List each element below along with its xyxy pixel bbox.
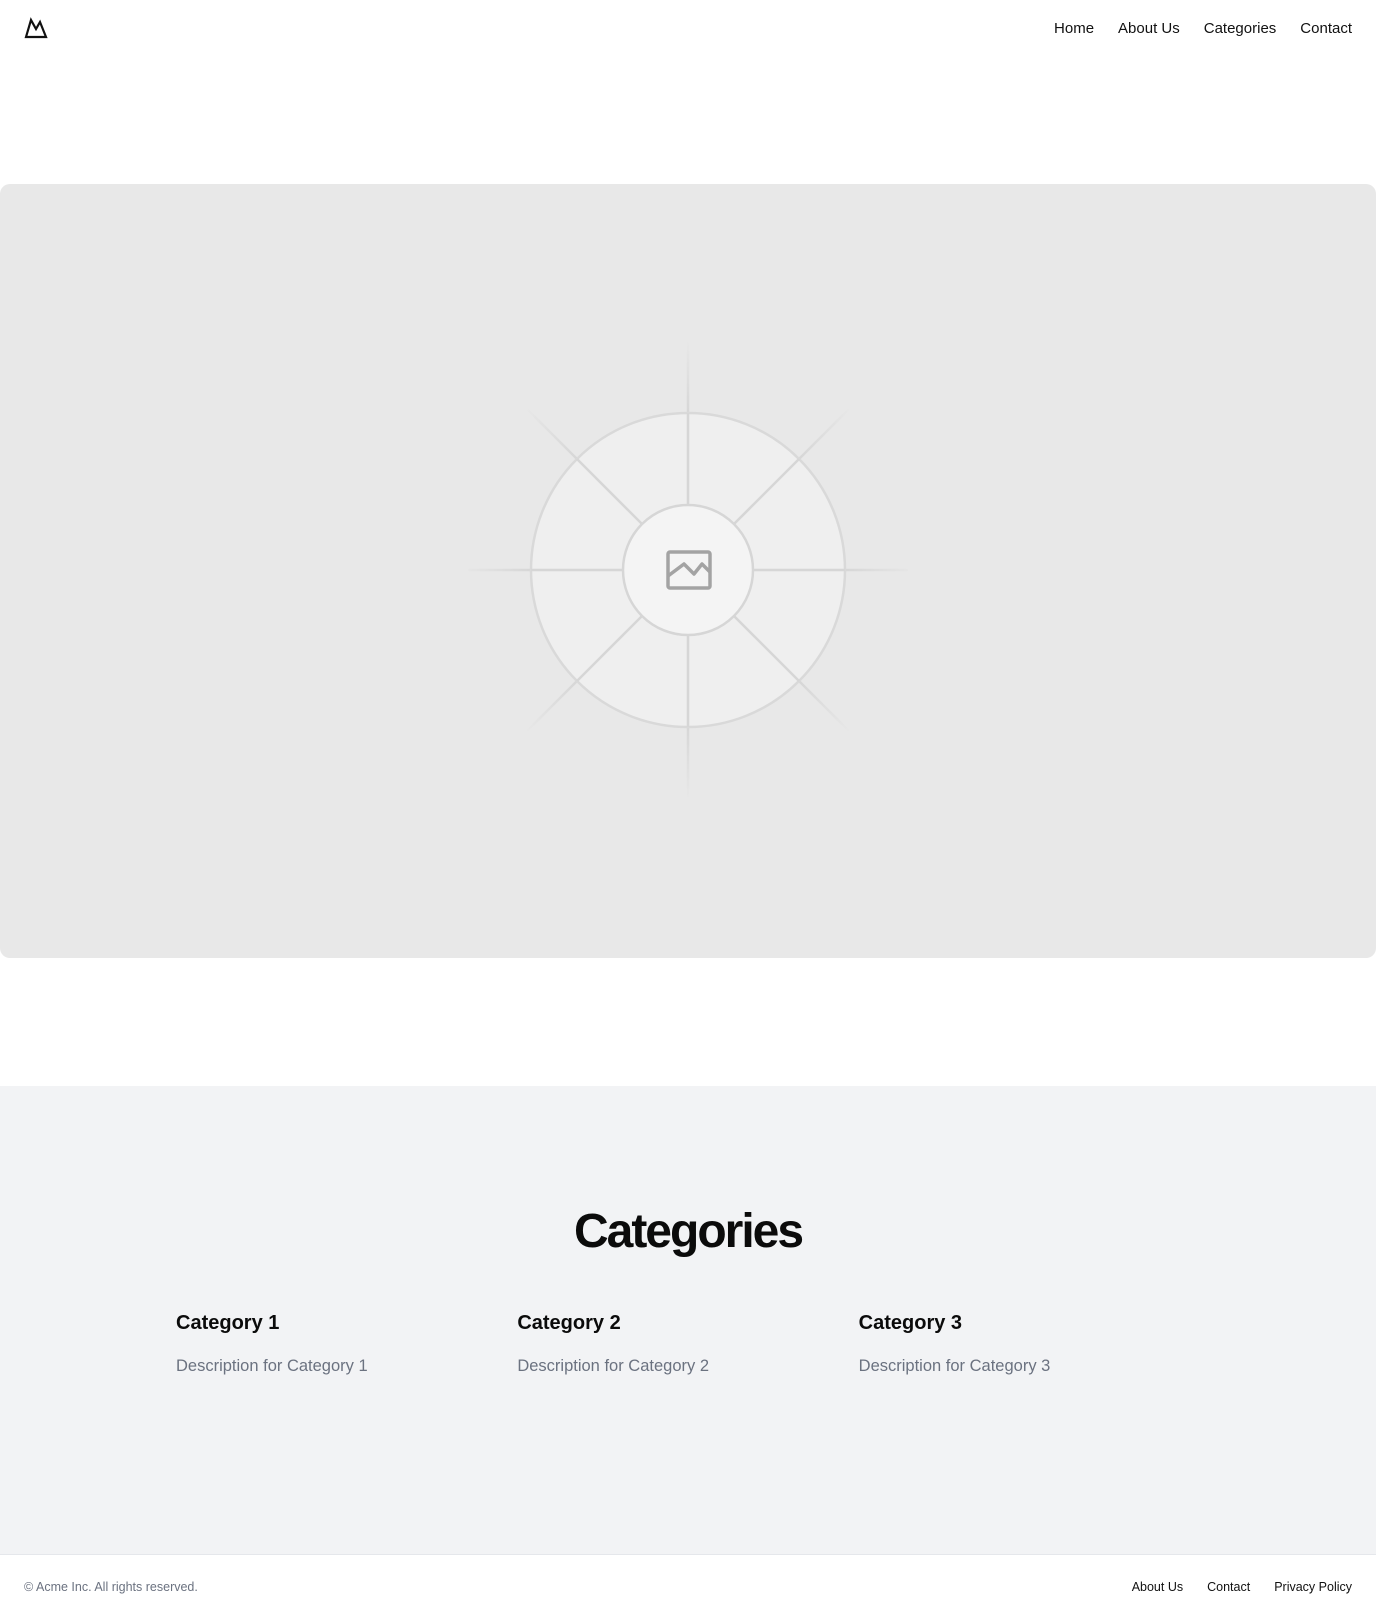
category-card: Category 2 Description for Category 2	[517, 1312, 858, 1376]
footer-link-about-us[interactable]: About Us	[1132, 1580, 1183, 1594]
footer-nav: About Us Contact Privacy Policy	[1132, 1580, 1352, 1594]
category-description: Description for Category 2	[517, 1357, 709, 1375]
category-grid: Category 1 Description for Category 1 Ca…	[176, 1312, 1200, 1376]
site-footer: © Acme Inc. All rights reserved. About U…	[0, 1554, 1376, 1619]
footer-link-contact[interactable]: Contact	[1207, 1580, 1250, 1594]
copyright-text: © Acme Inc. All rights reserved.	[24, 1580, 198, 1594]
category-title: Category 2	[517, 1312, 621, 1334]
categories-section: Categories Category 1 Description for Ca…	[0, 1086, 1376, 1554]
main-nav: Home About Us Categories Contact	[1054, 20, 1352, 37]
site-header: Home About Us Categories Contact	[0, 0, 1376, 56]
nav-categories[interactable]: Categories	[1204, 20, 1277, 37]
nav-about-us[interactable]: About Us	[1118, 20, 1180, 37]
hero-image	[0, 184, 1376, 958]
category-title: Category 3	[858, 1312, 963, 1334]
category-card: Category 1 Description for Category 1	[176, 1312, 517, 1376]
image-placeholder-graphic	[467, 340, 909, 800]
nav-contact[interactable]: Contact	[1300, 20, 1352, 37]
footer-link-privacy-policy[interactable]: Privacy Policy	[1274, 1580, 1352, 1594]
section-title: Categories	[573, 1205, 804, 1258]
logo-link[interactable]	[24, 16, 48, 40]
mountain-icon	[24, 17, 48, 39]
category-title: Category 1	[176, 1312, 280, 1334]
category-card: Category 3 Description for Category 3	[859, 1312, 1200, 1376]
category-description: Description for Category 3	[858, 1357, 1051, 1375]
category-description: Description for Category 1	[176, 1357, 368, 1375]
nav-home[interactable]: Home	[1054, 20, 1094, 37]
